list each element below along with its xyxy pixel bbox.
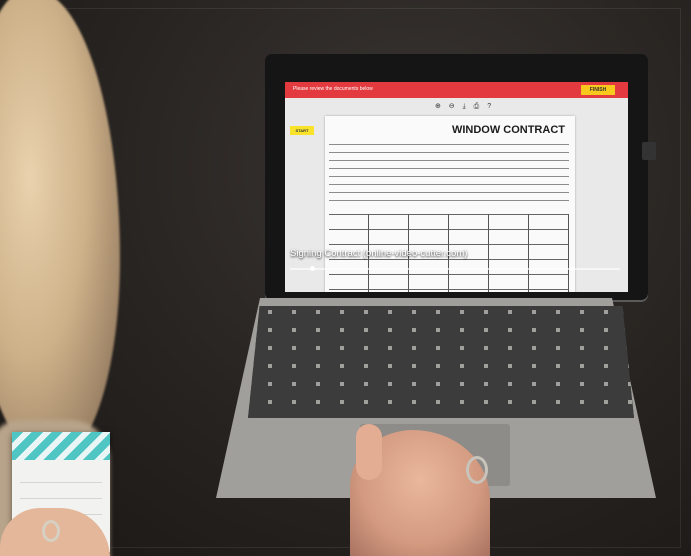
ring <box>466 456 488 484</box>
video-caption: Signing Contract (online-video-cutter.co… <box>290 248 468 259</box>
ring <box>42 520 60 542</box>
document-toolbar[interactable]: ⊕ ⊖ ⤓ ⎙ ? <box>435 102 494 111</box>
seek-knob[interactable] <box>310 266 315 271</box>
index-finger <box>356 424 382 480</box>
video-seek-bar[interactable] <box>290 266 620 271</box>
start-tag[interactable]: START <box>290 126 314 135</box>
banner-text: Please review the documents below <box>293 86 373 92</box>
keyboard-keys <box>248 306 634 418</box>
stylus-pen <box>642 142 656 160</box>
document-title: WINDOW CONTRACT <box>451 124 565 136</box>
photo-scene: Please review the documents below FINISH… <box>0 0 691 556</box>
review-banner: Please review the documents below FINISH <box>285 82 628 98</box>
notebook-line <box>20 482 102 483</box>
finish-button[interactable]: FINISH <box>581 85 615 95</box>
laptop-screen: Please review the documents below FINISH… <box>285 82 628 292</box>
form-fields <box>329 144 569 208</box>
contract-document: WINDOW CONTRACT <box>325 116 575 292</box>
notebook-line <box>20 498 102 499</box>
notebook-pattern <box>12 432 110 460</box>
